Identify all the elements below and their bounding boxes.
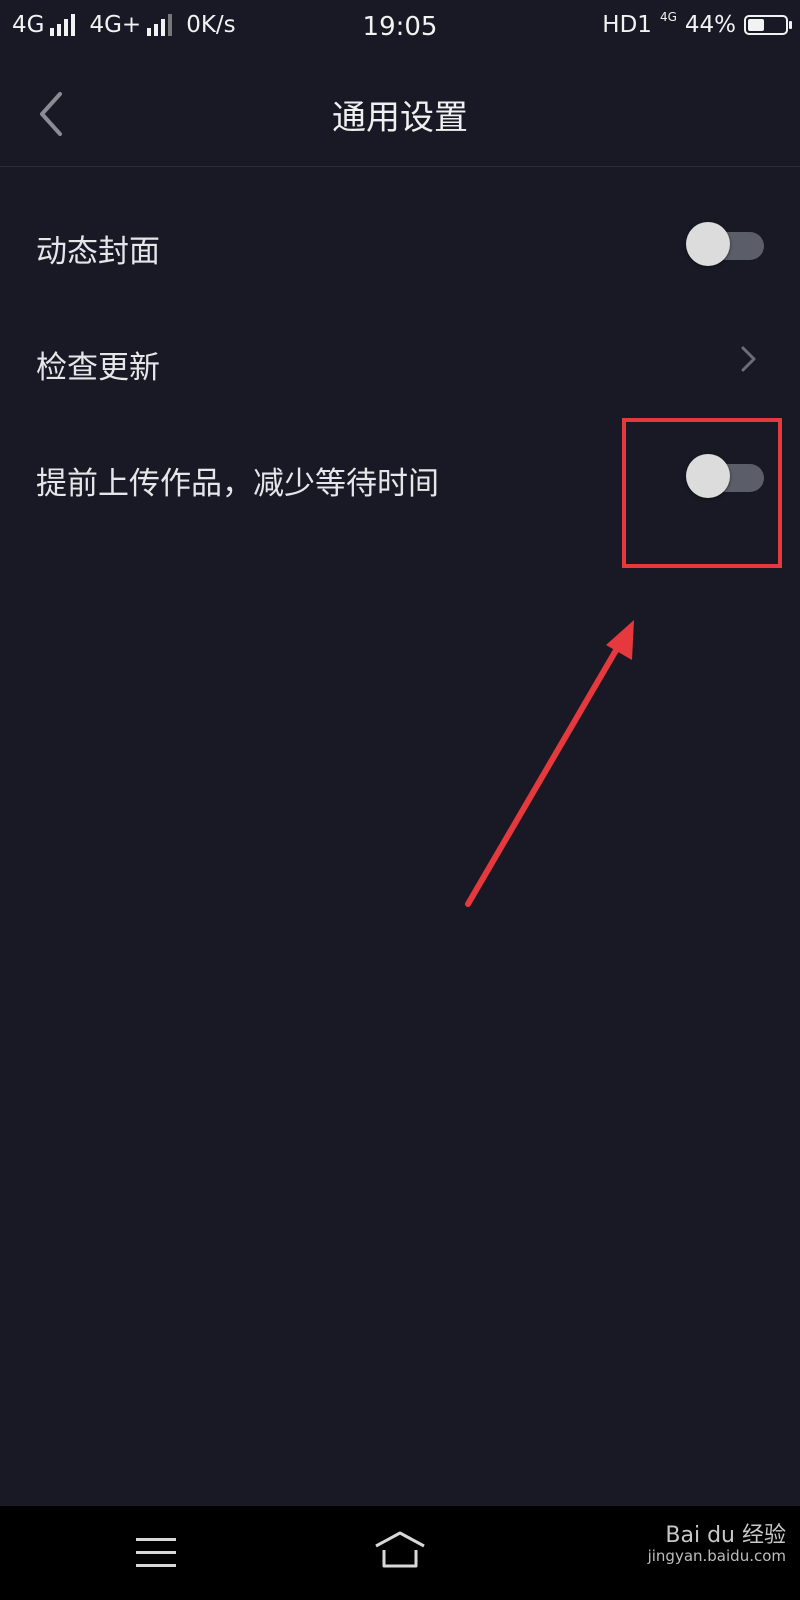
battery-fill xyxy=(748,19,764,31)
hd-indicator: HD1 xyxy=(602,12,652,38)
menu-icon[interactable] xyxy=(136,1536,176,1570)
setting-row-check-update[interactable]: 检查更新 xyxy=(0,304,800,420)
watermark-site: jingyan.baidu.com xyxy=(647,1547,786,1566)
setting-label: 提前上传作品，减少等待时间 xyxy=(36,466,439,502)
status-bar: 4G 4G+ 0K/s 19:05 HD1 4G 44% xyxy=(0,0,800,56)
system-nav-bar: Bai du 经验 jingyan.baidu.com xyxy=(0,1506,800,1600)
hd-superscript: 4G xyxy=(659,10,677,24)
watermark: Bai du 经验 jingyan.baidu.com xyxy=(647,1523,786,1566)
setting-label: 检查更新 xyxy=(36,350,160,386)
home-icon[interactable] xyxy=(374,1530,426,1570)
status-right: HD1 4G 44% xyxy=(602,10,792,38)
battery-icon xyxy=(744,15,792,35)
battery-percent: 44% xyxy=(684,12,736,38)
highlight-box xyxy=(622,418,782,568)
page-title: 通用设置 xyxy=(332,98,468,138)
setting-label: 动态封面 xyxy=(36,234,160,270)
chevron-right-icon xyxy=(741,346,756,372)
setting-row-dynamic-cover[interactable]: 动态封面 xyxy=(0,188,800,304)
app-header: 通用设置 xyxy=(0,56,800,167)
toggle-knob xyxy=(686,222,730,266)
watermark-brand: Bai du 经验 xyxy=(665,1523,786,1548)
dynamic-cover-toggle[interactable] xyxy=(686,222,766,266)
